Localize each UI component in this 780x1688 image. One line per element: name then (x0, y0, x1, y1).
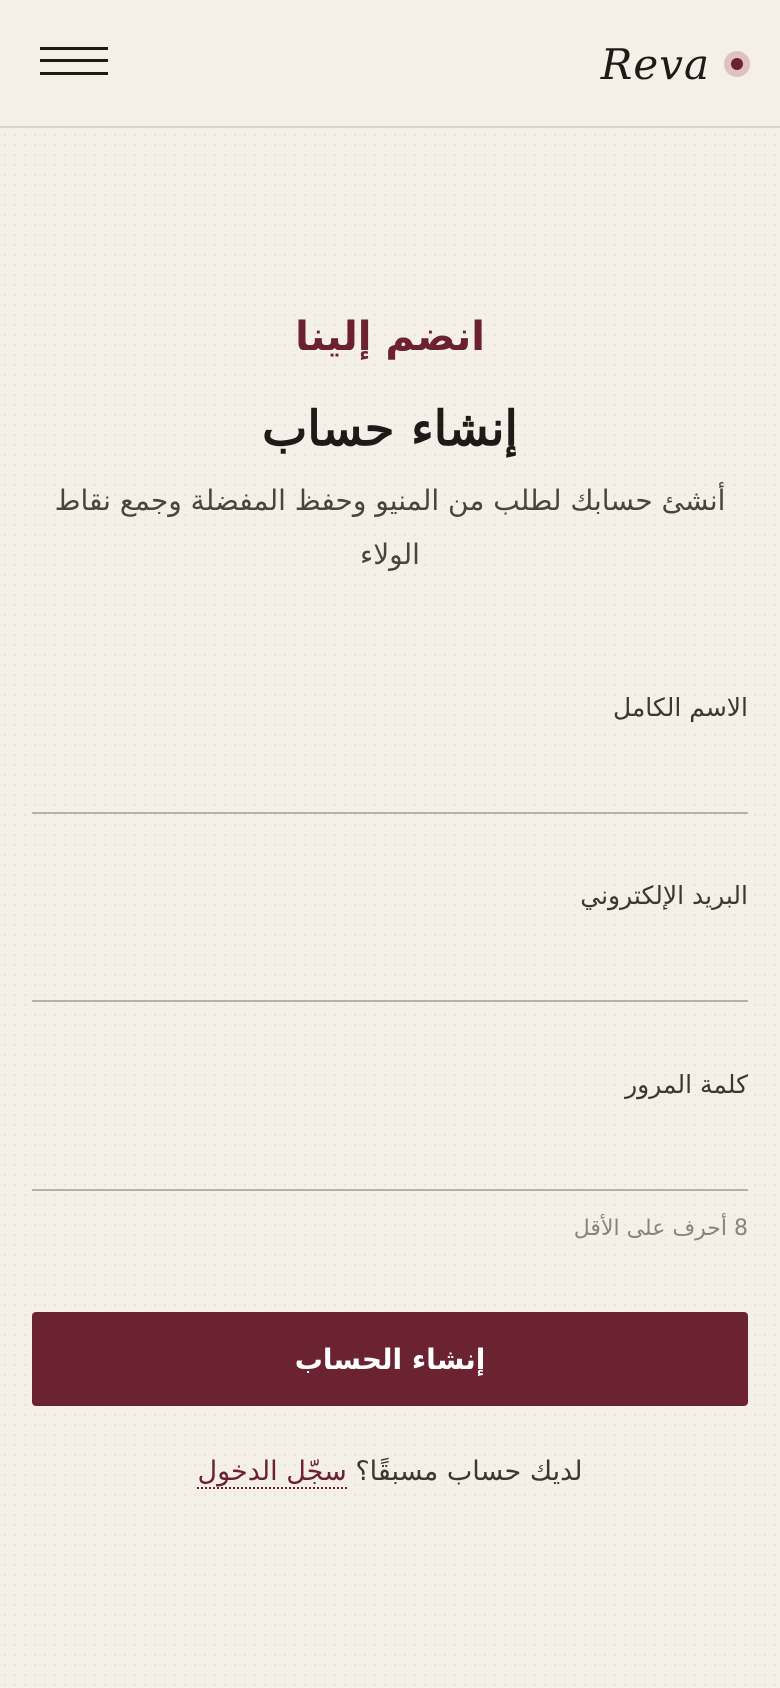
email-label: البريد الإلكتروني (580, 881, 748, 910)
login-prompt: لديك حساب مسبقًا؟ سجّل الدخول (32, 1452, 748, 1492)
password-hint: 8 أحرف على الأقل (573, 1216, 748, 1241)
brand-dot-icon (724, 51, 750, 77)
login-prompt-text: لديك حساب مسبقًا؟ (355, 1456, 583, 1487)
password-field: كلمة المرور (32, 1067, 748, 1191)
hamburger-menu-icon[interactable] (36, 42, 110, 82)
app-header: Reva (0, 0, 780, 128)
menu-bar (40, 47, 108, 50)
brand-name: Reva (600, 39, 710, 89)
full-name-field: الاسم الكامل (32, 690, 748, 814)
eyebrow-text: انضم إلينا (295, 314, 485, 360)
menu-bar (40, 72, 108, 75)
full-name-label: الاسم الكامل (612, 693, 748, 722)
page-title: إنشاء حساب (262, 401, 518, 457)
login-link[interactable]: سجّل الدخول (197, 1456, 347, 1489)
email-field: البريد الإلكتروني (32, 878, 748, 1002)
signup-section: انضم إلينا إنشاء حساب أنشئ حسابك لطلب من… (32, 300, 748, 1489)
email-input[interactable] (32, 944, 748, 996)
brand-logo[interactable]: Reva (601, 36, 750, 92)
full-name-input[interactable] (32, 756, 748, 808)
password-label: كلمة المرور (625, 1070, 748, 1099)
password-input[interactable] (32, 1133, 748, 1185)
create-account-button[interactable]: إنشاء الحساب (32, 1312, 748, 1406)
page-subtitle: أنشئ حسابك لطلب من المنيو وحفظ المفضلة و… (54, 484, 726, 571)
menu-bar (40, 59, 108, 62)
